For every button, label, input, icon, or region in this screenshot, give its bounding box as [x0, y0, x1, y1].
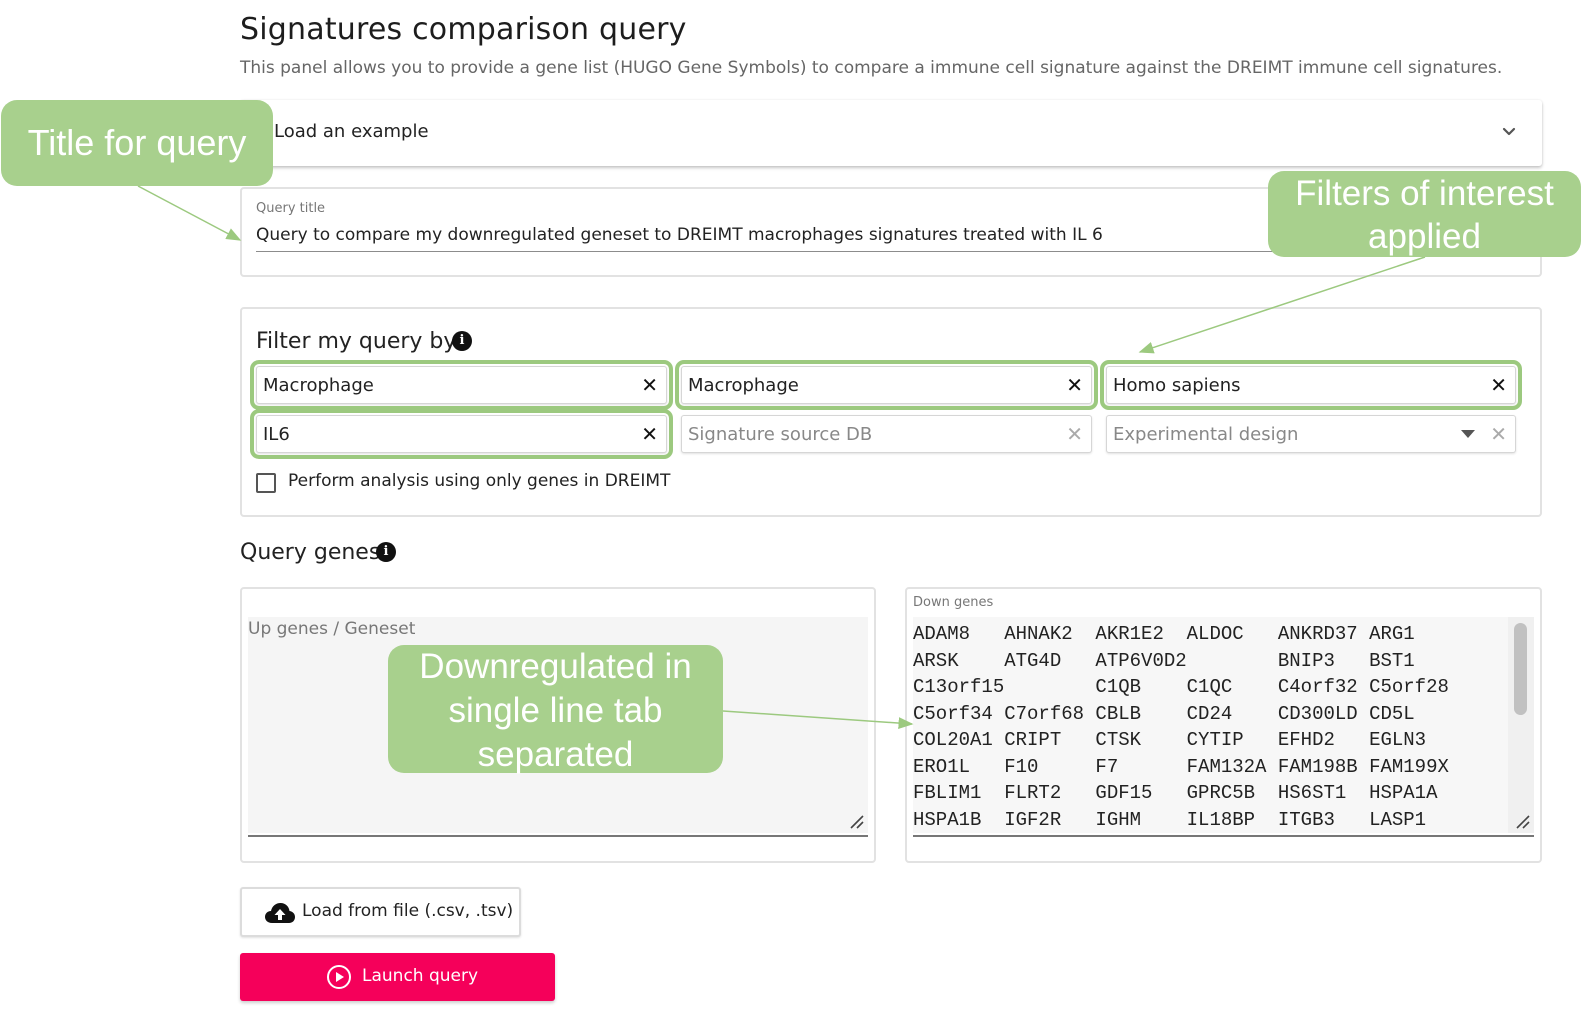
cell-type-a-filter[interactable]: Macrophage ✕	[250, 360, 673, 410]
only-dreimt-genes-checkbox[interactable]	[256, 473, 276, 493]
down-callout-line-2: single line tab	[448, 691, 663, 730]
experimental-design-placeholder: Experimental design	[1113, 424, 1299, 445]
filters-callout-line-1: Filters of interest	[1295, 174, 1554, 213]
filter-box: Filter my query by: i Macrophage ✕ Macro…	[240, 307, 1542, 517]
info-icon[interactable]: i	[452, 331, 472, 351]
disease-value: IL6	[263, 424, 290, 445]
up-genes-underline	[248, 835, 868, 837]
load-example-panel[interactable]: Load an example	[240, 100, 1542, 166]
filter-heading: Filter my query by: i	[256, 329, 472, 354]
launch-query-label: Launch query	[362, 966, 479, 986]
organism-value: Homo sapiens	[1113, 375, 1241, 396]
clear-icon[interactable]: ✕	[1490, 422, 1507, 446]
signature-source-placeholder: Signature source DB	[688, 424, 873, 445]
page-subtitle: This panel allows you to provide a gene …	[240, 58, 1503, 78]
clear-icon[interactable]: ✕	[641, 422, 658, 446]
resize-handle-icon[interactable]	[1514, 813, 1530, 829]
title-callout-arrow	[137, 185, 242, 241]
play-circle-icon	[327, 965, 351, 989]
clear-icon[interactable]: ✕	[641, 373, 658, 397]
title-callout: Title for query	[1, 100, 273, 186]
cell-type-a-value: Macrophage	[263, 375, 374, 396]
dropdown-caret-icon[interactable]	[1461, 430, 1475, 438]
up-genes-placeholder: Up genes / Geneset	[248, 619, 416, 639]
page-title: Signatures comparison query	[240, 12, 687, 47]
disease-filter[interactable]: IL6 ✕	[250, 409, 673, 459]
load-from-file-label: Load from file (.csv, .tsv)	[302, 901, 514, 921]
info-icon[interactable]: i	[376, 542, 396, 562]
filters-callout: Filters of interest applied	[1268, 171, 1581, 257]
clear-icon[interactable]: ✕	[1066, 422, 1083, 446]
query-title-input[interactable]: Query to compare my downregulated genese…	[256, 225, 1103, 245]
query-genes-heading-text: Query genes	[240, 540, 381, 565]
down-callout-line-1: Downregulated in	[419, 647, 692, 686]
clear-icon[interactable]: ✕	[1066, 373, 1083, 397]
cell-type-b-value: Macrophage	[688, 375, 799, 396]
signature-source-filter[interactable]: Signature source DB ✕	[681, 415, 1092, 453]
down-callout-line-3: separated	[477, 735, 634, 774]
clear-icon[interactable]: ✕	[1490, 373, 1507, 397]
cloud-upload-icon	[265, 903, 295, 923]
down-genes-textarea[interactable]: ADAM8 AHNAK2 AKR1E2 ALDOC ANKRD37 ARG1 A…	[913, 617, 1534, 833]
down-genes-callout: Downregulated in single line tab separat…	[388, 645, 723, 774]
filters-callout-line-2: applied	[1368, 217, 1481, 256]
down-genes-box: Down genes ADAM8 AHNAK2 AKR1E2 ALDOC ANK…	[905, 587, 1542, 863]
resize-handle-icon[interactable]	[848, 813, 864, 829]
load-from-file-button[interactable]: Load from file (.csv, .tsv)	[240, 887, 521, 937]
scrollbar[interactable]	[1508, 617, 1534, 833]
load-example-label: Load an example	[274, 121, 429, 142]
cell-type-b-filter[interactable]: Macrophage ✕	[675, 360, 1098, 410]
scrollbar-thumb[interactable]	[1514, 623, 1527, 715]
query-genes-heading: Query genes i	[240, 540, 396, 565]
query-title-label: Query title	[256, 201, 326, 216]
down-genes-label: Down genes	[913, 595, 994, 610]
organism-filter[interactable]: Homo sapiens ✕	[1100, 360, 1522, 410]
down-genes-list: ADAM8 AHNAK2 AKR1E2 ALDOC ANKRD37 ARG1 A…	[913, 623, 1449, 831]
filter-heading-text: Filter my query by:	[256, 329, 463, 354]
chevron-down-icon[interactable]	[1500, 122, 1518, 140]
experimental-design-filter[interactable]: Experimental design ✕	[1106, 415, 1516, 453]
launch-query-button[interactable]: Launch query	[240, 953, 555, 1001]
only-dreimt-genes-label: Perform analysis using only genes in DRE…	[288, 471, 671, 491]
down-genes-underline	[913, 835, 1534, 837]
